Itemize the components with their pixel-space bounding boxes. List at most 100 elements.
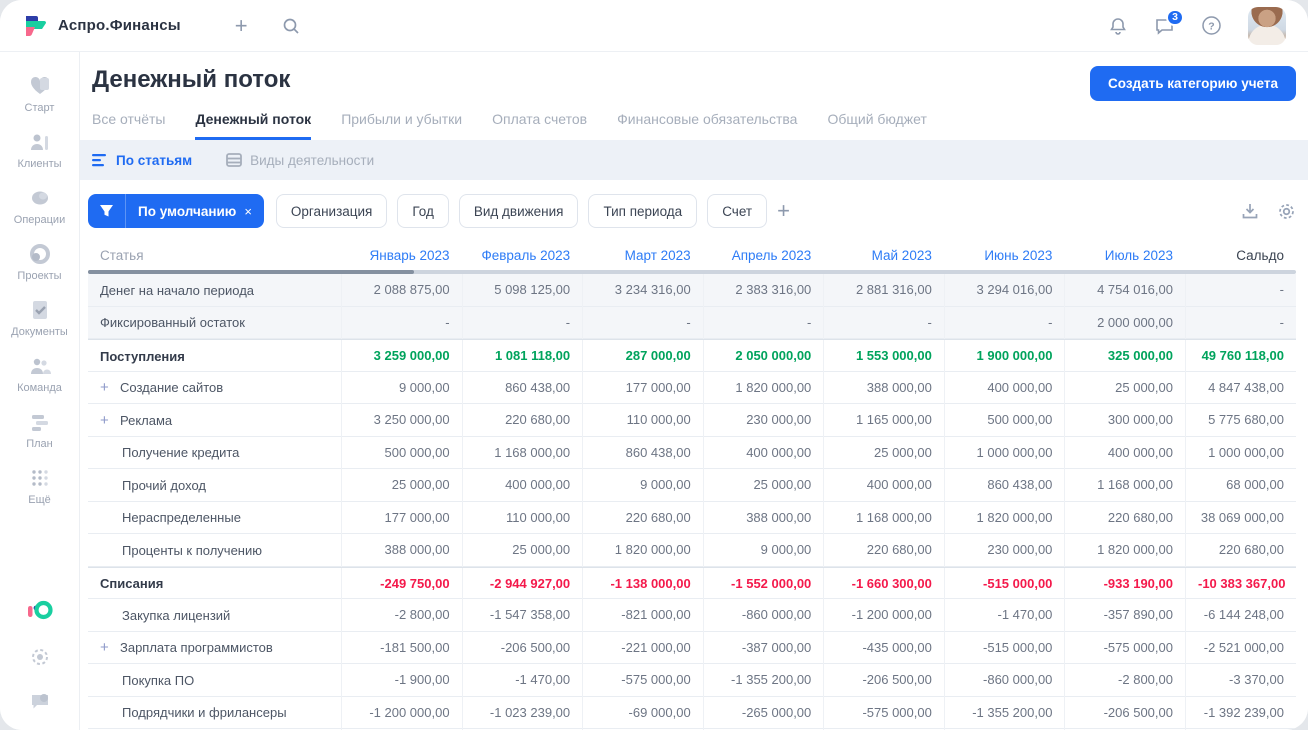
add-filter-icon[interactable]: + <box>777 200 790 222</box>
search-icon[interactable] <box>282 17 300 35</box>
filter-chip-5[interactable]: Счет <box>707 194 768 228</box>
column-header-month[interactable]: Февраль 2023 <box>462 248 583 263</box>
view-tab-1[interactable]: По статьям <box>92 153 192 168</box>
sidebar-item-8[interactable]: Ещё <box>4 458 76 514</box>
column-header-month[interactable]: Май 2023 <box>823 248 944 263</box>
sidebar-item-3[interactable]: Операции <box>4 178 76 234</box>
table-row[interactable]: + Зарплата программистов -181 500,00 -206 5… <box>88 631 1296 664</box>
tab-5[interactable]: Финансовые обязательства <box>617 111 797 140</box>
cell-value: 1 820 000,00 <box>943 501 1065 534</box>
view-tab-label: По статьям <box>116 152 193 168</box>
table-row[interactable]: Нераспределенные 177 000,00 110 000,00 220 … <box>88 501 1296 534</box>
help-icon[interactable]: ? <box>1201 15 1222 36</box>
column-header-month[interactable]: Апрель 2023 <box>703 248 824 263</box>
cell-value: 9 000,00 <box>582 469 703 502</box>
aspro-logo-icon[interactable] <box>22 13 48 39</box>
cell-value: 1 168 000,00 <box>823 501 944 534</box>
table-row[interactable]: Списания -249 750,00 -2 944 927,00 -1 138 0… <box>88 566 1296 600</box>
cell-value: -10 383 367,00 <box>1184 567 1296 600</box>
create-category-button[interactable]: Создать категорию учета <box>1090 66 1296 101</box>
funnel-icon[interactable] <box>88 194 126 228</box>
expand-plus-icon[interactable]: + <box>100 412 112 429</box>
filter-chip-1[interactable]: Организация <box>275 194 388 228</box>
active-filter-pill[interactable]: По умолчанию × <box>88 194 264 228</box>
cell-value: 25 000,00 <box>461 534 583 567</box>
table-row[interactable]: Покупка ПО -1 900,00 -1 470,00 -575 000,00-… <box>88 664 1296 697</box>
cell-value: 5 775 680,00 <box>1184 404 1296 437</box>
tab-6[interactable]: Общий бюджет <box>827 111 926 140</box>
table-row[interactable]: Закупка лицензий -2 800,00 -1 547 358,00 -8… <box>88 599 1296 632</box>
create-plus-icon[interactable]: + <box>235 14 248 37</box>
table-row[interactable]: Поступления 3 259 000,00 1 081 118,00 287 0… <box>88 339 1296 373</box>
cell-value: 1 000 000,00 <box>943 436 1065 469</box>
expand-plus-icon[interactable]: + <box>100 639 112 656</box>
table-row[interactable]: Фиксированный остаток - - - - - -2 000 000,00- <box>88 306 1296 339</box>
sidebar-item-label: Команда <box>17 382 62 394</box>
cell-value: 500 000,00 <box>341 436 462 469</box>
column-header-article: Статья <box>100 247 144 263</box>
cell-value: -357 890,00 <box>1064 599 1185 632</box>
column-header-month[interactable]: Март 2023 <box>582 248 703 263</box>
cell-value: -575 000,00 <box>1064 631 1185 664</box>
horizontal-scrollbar[interactable] <box>88 270 1296 274</box>
cell-value: 3 259 000,00 <box>341 340 462 373</box>
cell-value: 3 250 000,00 <box>341 404 462 437</box>
row-label: Проценты к получению <box>122 542 262 558</box>
clear-filter-icon[interactable]: × <box>244 204 252 219</box>
view-tab-2[interactable]: Виды деятельности <box>226 153 374 168</box>
bell-icon[interactable] <box>1108 16 1128 36</box>
table-row[interactable]: Подрядчики и фрилансеры -1 200 000,00 -1 0… <box>88 696 1296 729</box>
table-row[interactable]: Получение кредита 500 000,00 1 168 000,00 8… <box>88 436 1296 469</box>
table-row[interactable]: Прочий доход 25 000,00 400 000,00 9 000,00 2… <box>88 469 1296 502</box>
chat-icon[interactable]: 3 <box>1154 8 1184 36</box>
avatar[interactable] <box>1248 6 1286 45</box>
tab-1[interactable]: Все отчёты <box>92 111 165 140</box>
cell-value: 25 000,00 <box>823 436 944 469</box>
tab-2[interactable]: Денежный поток <box>195 111 312 140</box>
table-row[interactable]: + Создание сайтов 9 000,00 860 438,00 177 00… <box>88 371 1296 404</box>
sidebar-item-label: Операции <box>13 214 66 226</box>
sidebar-item-4[interactable]: Проекты <box>4 234 76 290</box>
cell-value: -1 470,00 <box>461 664 583 697</box>
row-label: Получение кредита <box>122 445 240 461</box>
cell-value: 2 088 875,00 <box>341 274 462 307</box>
table-settings-gear-icon[interactable] <box>1277 202 1296 221</box>
cell-value: 5 098 125,00 <box>461 274 583 307</box>
sidebar-item-5[interactable]: Документы <box>4 290 76 346</box>
sidebar-item-1[interactable]: Старт <box>4 66 76 122</box>
filter-chip-3[interactable]: Вид движения <box>458 194 579 228</box>
cell-value: - <box>702 306 824 339</box>
topbar: Аспро.Финансы + 3 ? <box>0 0 1308 52</box>
column-header-month[interactable]: Июнь 2023 <box>944 248 1065 263</box>
filter-chip-4[interactable]: Тип периода <box>588 194 698 228</box>
table-row[interactable]: + Реклама 3 250 000,00 220 680,00 110 000,00… <box>88 404 1296 437</box>
tab-3[interactable]: Прибыли и убытки <box>341 111 462 140</box>
scrollbar-thumb[interactable] <box>88 270 415 274</box>
cell-value: 4 847 438,00 <box>1184 371 1296 404</box>
export-download-icon[interactable] <box>1241 202 1259 220</box>
row-label: Поступления <box>100 348 185 364</box>
table-row[interactable]: Денег на начало периода 2 088 875,00 5 098… <box>88 274 1296 307</box>
expand-plus-icon[interactable]: + <box>100 379 112 396</box>
brand-title: Аспро.Финансы <box>58 17 181 34</box>
cell-value: 388 000,00 <box>823 371 944 404</box>
view-mode-bar: По статьям Виды деятельности <box>80 140 1308 180</box>
cell-value: 2 383 316,00 <box>702 274 824 307</box>
sidebar-item-7[interactable]: План <box>4 402 76 458</box>
settings-gear-icon[interactable] <box>29 646 51 668</box>
column-header-month[interactable]: Январь 2023 <box>341 248 462 263</box>
table-row[interactable]: Проценты к получению 388 000,00 25 000,00 1… <box>88 534 1296 567</box>
sidebar-item-6[interactable]: Команда <box>4 346 76 402</box>
page-title: Денежный поток <box>92 66 291 93</box>
cell-value: 400 000,00 <box>943 371 1065 404</box>
column-header-month[interactable]: Июль 2023 <box>1064 248 1185 263</box>
aspro-cloud-logo-icon[interactable] <box>27 600 53 622</box>
tab-4[interactable]: Оплата счетов <box>492 111 587 140</box>
sidebar-item-2[interactable]: Клиенты <box>4 122 76 178</box>
cell-value: -1 900,00 <box>341 664 462 697</box>
sidebar-item-label: Документы <box>11 326 68 338</box>
row-label: + Реклама <box>100 411 173 429</box>
feedback-chat-icon[interactable] <box>29 692 51 712</box>
filter-chip-2[interactable]: Год <box>397 194 449 228</box>
cell-value: 110 000,00 <box>461 501 583 534</box>
